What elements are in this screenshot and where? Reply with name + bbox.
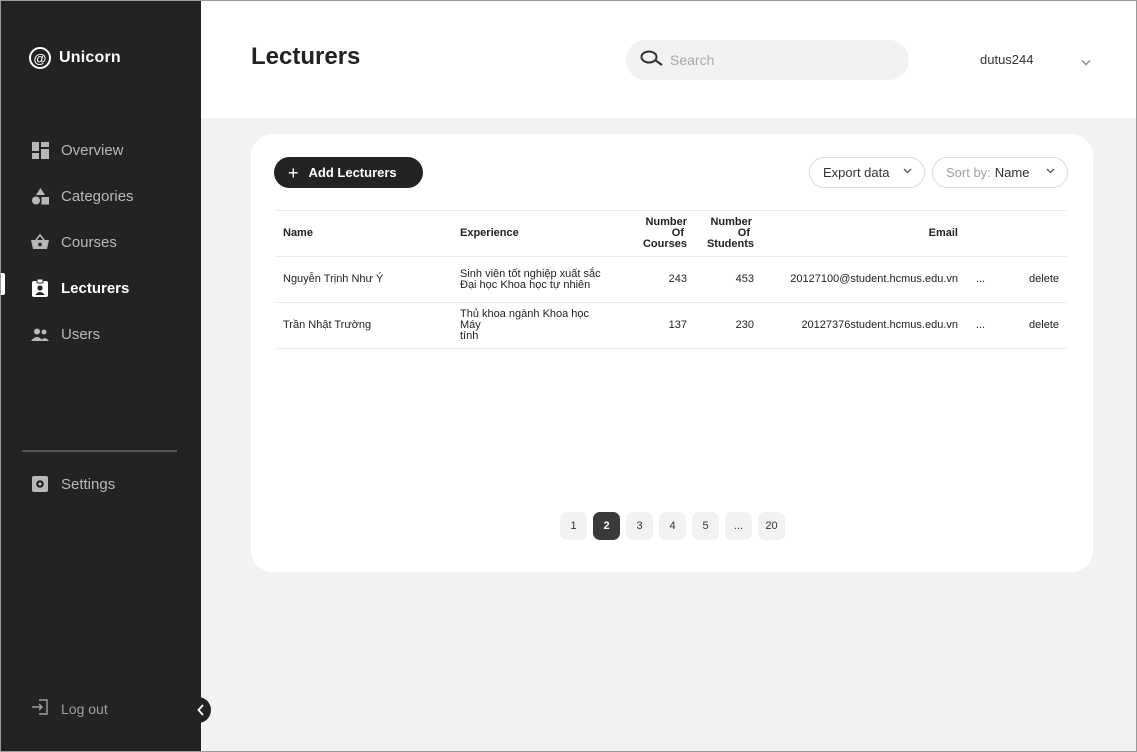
experience-line: Sinh viên tốt nghiệp xuất sắc	[460, 267, 601, 280]
logout-label: Log out	[61, 700, 108, 717]
sidebar-item-label: Overview	[61, 141, 124, 159]
table-header-row: Name Experience Number Of Courses Number…	[275, 210, 1067, 257]
sort-by-prefix: Sort by:	[946, 165, 991, 180]
clipboard-user-icon	[31, 279, 49, 297]
page-button-1[interactable]: 1	[560, 512, 587, 540]
pagination: 1 2 3 4 5 ... 20	[560, 512, 785, 540]
sort-by-dropdown[interactable]: Sort by: Name	[932, 157, 1068, 188]
brand-name: Unicorn	[59, 49, 121, 66]
table-row[interactable]: Nguyễn Trịnh Như Ý Sinh viên tốt nghiệp …	[275, 256, 1067, 303]
settings-icon	[31, 475, 49, 493]
sidebar-item-overview[interactable]: Overview	[1, 127, 202, 173]
delete-button[interactable]: delete	[1029, 273, 1059, 285]
lecturer-name: Trần Nhật Trường	[275, 302, 460, 349]
sidebar-nav: Overview Categories Courses Lecturers Us…	[1, 127, 202, 357]
search-input[interactable]	[670, 52, 890, 68]
delete-button[interactable]: delete	[1029, 319, 1059, 331]
shapes-icon	[31, 187, 49, 205]
sidebar-item-users[interactable]: Users	[1, 311, 202, 357]
column-header-experience[interactable]: Experience	[460, 210, 620, 257]
sidebar-item-courses[interactable]: Courses	[1, 219, 202, 265]
sidebar-item-label: Lecturers	[61, 279, 130, 297]
column-header-email[interactable]: Email	[754, 210, 958, 257]
add-lecturers-label: Add Lecturers	[308, 165, 397, 180]
search-icon	[640, 50, 664, 71]
table-row[interactable]: Trần Nhật Trường Thủ khoa ngành Khoa học…	[275, 302, 1067, 349]
header-line: Courses	[642, 238, 687, 250]
lecturer-email: 20127376student.hcmus.edu.vn	[754, 302, 958, 349]
lecturers-card: + Add Lecturers Export data Sort by: Nam…	[251, 134, 1093, 572]
chevron-down-icon	[1081, 60, 1091, 66]
logout-icon	[31, 699, 49, 718]
at-sign-icon: @	[29, 47, 51, 69]
lecturer-courses-count: 243	[620, 256, 687, 303]
basket-icon	[31, 233, 49, 251]
page-button-4[interactable]: 4	[659, 512, 686, 540]
more-options-button[interactable]: ...	[976, 319, 985, 331]
logout-button[interactable]: Log out	[31, 699, 108, 718]
export-data-dropdown[interactable]: Export data	[809, 157, 925, 188]
page-button-2-current[interactable]: 2	[593, 512, 620, 540]
experience-line: tính	[460, 330, 479, 342]
chevron-down-icon	[1046, 166, 1055, 177]
page-button-20[interactable]: 20	[758, 512, 785, 540]
brand-logo[interactable]: @ Unicorn	[29, 47, 121, 69]
username[interactable]: dutus244	[980, 52, 1034, 67]
sidebar-divider	[22, 450, 177, 452]
sidebar-item-lecturers[interactable]: Lecturers	[1, 265, 202, 311]
user-menu-chevron[interactable]	[1081, 53, 1091, 71]
experience-line: Đại học Khoa học tự nhiên	[460, 278, 591, 291]
column-header-action	[1003, 210, 1067, 257]
chevron-down-icon	[903, 166, 912, 177]
column-header-more	[958, 210, 1003, 257]
sidebar-item-label: Courses	[61, 233, 117, 251]
sidebar-settings-section: Settings	[1, 461, 202, 507]
lecturer-students-count: 453	[687, 256, 754, 303]
add-lecturers-button[interactable]: + Add Lecturers	[274, 157, 423, 188]
export-data-label: Export data	[823, 165, 890, 180]
sidebar-item-settings[interactable]: Settings	[1, 461, 202, 507]
page-title: Lecturers	[251, 43, 361, 70]
chevron-left-icon	[197, 704, 204, 716]
sort-by-value: Name	[994, 165, 1030, 180]
top-header: Lecturers dutus244	[201, 0, 1137, 118]
page-ellipsis[interactable]: ...	[725, 512, 752, 540]
page-button-3[interactable]: 3	[626, 512, 653, 540]
search-bar[interactable]	[626, 40, 909, 80]
users-icon	[31, 325, 49, 343]
lecturer-experience: Sinh viên tốt nghiệp xuất sắc Đại học Kh…	[460, 256, 620, 303]
sidebar: @ Unicorn Overview Categories Courses Le…	[0, 0, 201, 752]
column-header-courses[interactable]: Number Of Courses	[620, 210, 687, 257]
column-header-students[interactable]: Number Of Students	[687, 210, 754, 257]
lecturers-table: Name Experience Number Of Courses Number…	[275, 210, 1067, 349]
lecturer-name: Nguyễn Trịnh Như Ý	[275, 256, 460, 303]
sidebar-item-label: Users	[61, 325, 101, 343]
more-options-button[interactable]: ...	[976, 273, 985, 285]
lecturer-courses-count: 137	[620, 302, 687, 349]
sidebar-item-label: Settings	[61, 475, 116, 493]
collapse-sidebar-button[interactable]	[191, 697, 211, 723]
header-line: Students	[706, 238, 754, 250]
lecturer-experience: Thủ khoa ngành Khoa học Máy tính	[460, 302, 620, 349]
sidebar-item-categories[interactable]: Categories	[1, 173, 202, 219]
lecturer-students-count: 230	[687, 302, 754, 349]
experience-line: Thủ khoa ngành Khoa học Máy	[460, 308, 590, 331]
lecturer-email: 20127100@student.hcmus.edu.vn	[754, 256, 958, 303]
page-button-5[interactable]: 5	[692, 512, 719, 540]
plus-icon: +	[288, 162, 299, 183]
dashboard-icon	[31, 141, 49, 159]
column-header-name[interactable]: Name	[275, 210, 460, 257]
sidebar-item-label: Categories	[61, 187, 134, 205]
